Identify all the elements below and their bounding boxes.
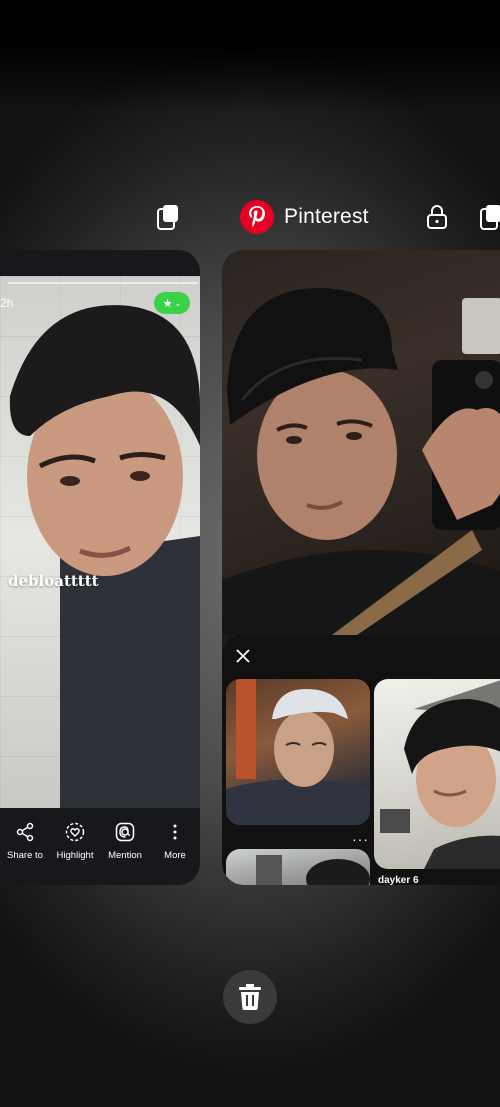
story-timestamp: 2h xyxy=(0,296,14,310)
pin-person-image xyxy=(222,288,500,635)
more-button[interactable]: More xyxy=(150,808,200,885)
split-screen-icon[interactable] xyxy=(157,204,179,230)
related-pins-sheet: ··· dayker 6 xyxy=(222,635,500,885)
at-icon xyxy=(115,822,135,842)
story-text-sticker: debloattttt xyxy=(8,572,99,590)
share-icon xyxy=(16,822,34,842)
recent-app-card-instagram[interactable]: 2h ★ ⌄ debloattttt Share to Highlight Me… xyxy=(0,250,200,885)
story-action-bar: Share to Highlight Mention More xyxy=(0,808,200,885)
app-label[interactable]: Pinterest xyxy=(240,200,369,234)
pinterest-logo-icon xyxy=(240,200,274,234)
clear-all-button[interactable] xyxy=(223,970,277,1024)
pin-image xyxy=(222,250,500,635)
close-icon[interactable] xyxy=(234,647,252,665)
story-progress-bar xyxy=(8,282,198,284)
chevron-down-icon: ⌄ xyxy=(174,298,182,308)
trash-icon xyxy=(239,984,261,1010)
close-friends-badge: ★ ⌄ xyxy=(154,292,190,314)
share-to-label: Share to xyxy=(7,850,43,861)
top-shade xyxy=(0,0,500,110)
recent-app-card-pinterest[interactable]: ··· dayker 6 xyxy=(222,250,500,885)
app-name: Pinterest xyxy=(284,205,369,228)
pin-caption: dayker 6 xyxy=(378,875,419,885)
related-pin-thumbnail[interactable] xyxy=(374,679,500,869)
related-pin-thumbnail[interactable] xyxy=(226,679,370,825)
mention-label: Mention xyxy=(108,850,142,861)
share-to-button[interactable]: Share to xyxy=(0,808,50,885)
related-pin-thumbnail[interactable] xyxy=(226,849,370,885)
more-label: More xyxy=(164,850,186,861)
highlight-icon xyxy=(65,822,85,842)
mention-button[interactable]: Mention xyxy=(100,808,150,885)
story-preview: 2h ★ ⌄ debloattttt xyxy=(0,276,200,808)
highlight-label: Highlight xyxy=(56,850,94,861)
pin-more-options[interactable]: ··· xyxy=(352,831,369,847)
star-icon: ★ xyxy=(162,297,173,310)
story-person-image xyxy=(9,305,200,808)
more-vertical-icon xyxy=(173,824,177,840)
split-screen-icon[interactable] xyxy=(480,204,500,230)
lock-icon[interactable] xyxy=(426,204,448,230)
highlight-button[interactable]: Highlight xyxy=(50,808,100,885)
